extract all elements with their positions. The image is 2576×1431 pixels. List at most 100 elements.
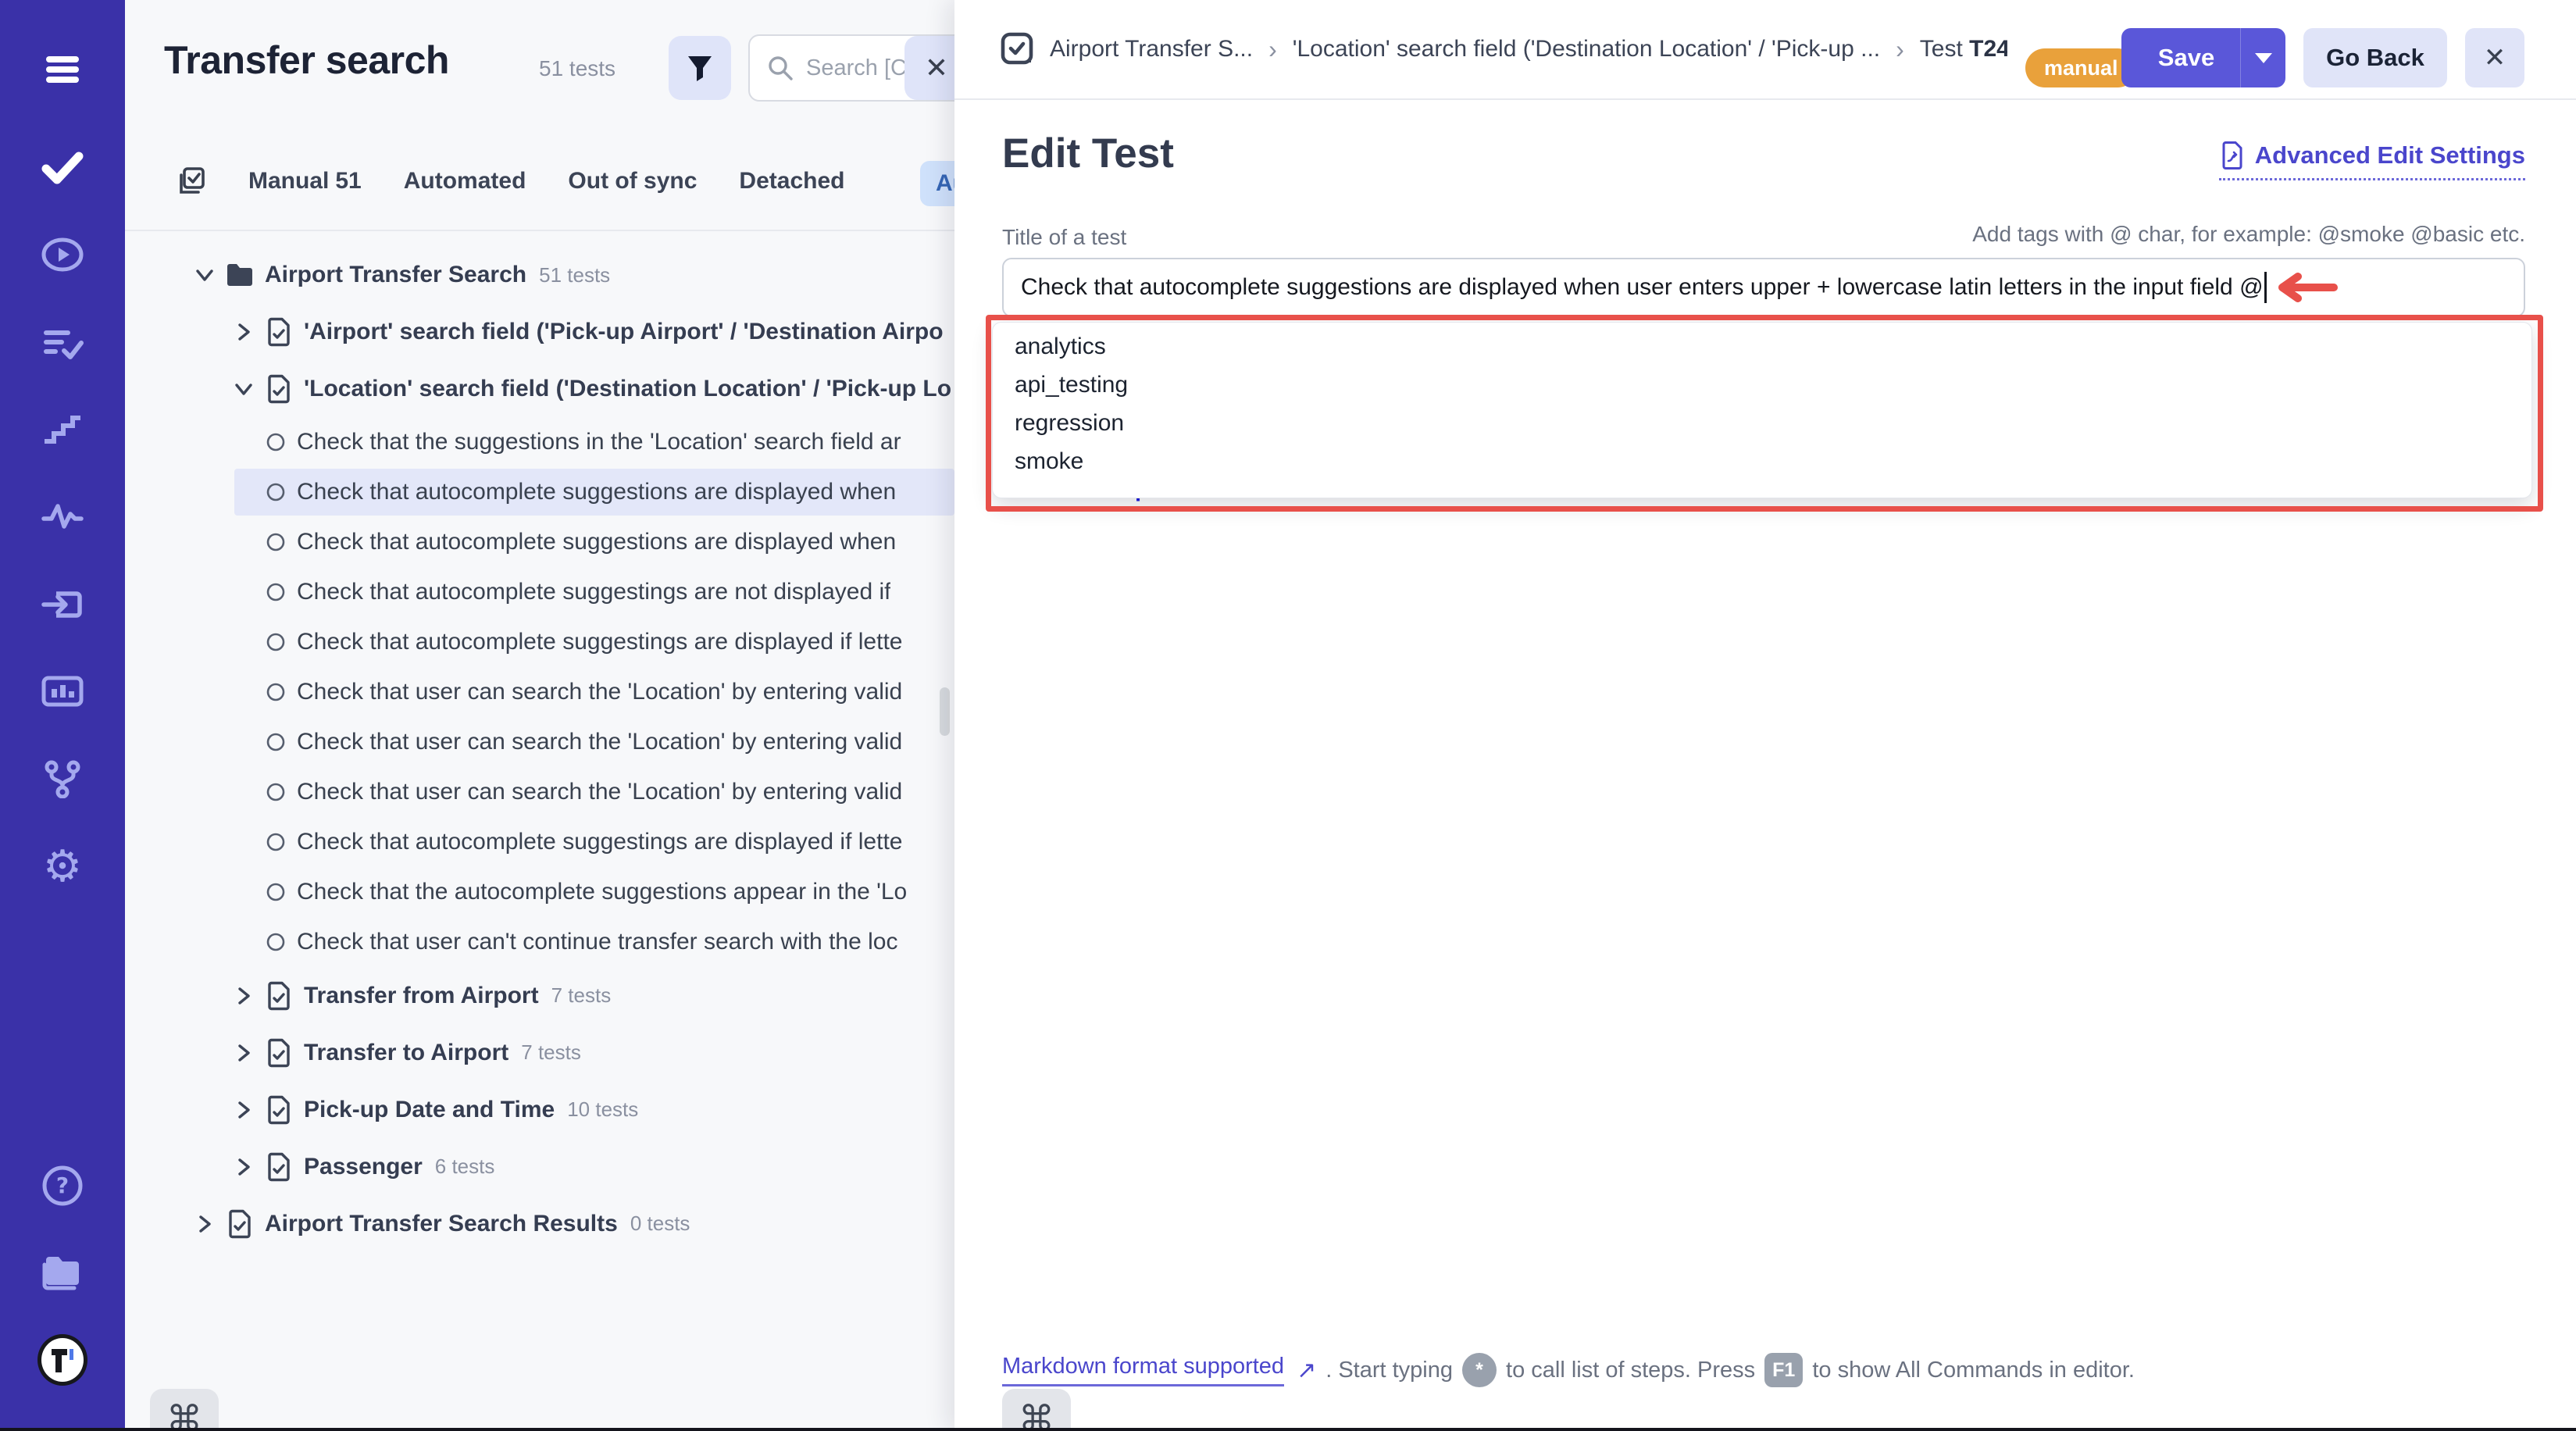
profile-avatar[interactable] <box>37 1335 87 1385</box>
tab-manual[interactable]: Manual51 <box>248 168 362 194</box>
advanced-edit-settings-link[interactable]: Advanced Edit Settings <box>2219 141 2525 180</box>
app-sidebar: ⚙ ? <box>0 0 125 1428</box>
chevron-right-icon[interactable] <box>230 1097 257 1123</box>
chevron-right-icon[interactable] <box>230 1154 257 1180</box>
tag-suggestion[interactable]: regression <box>993 404 2531 442</box>
search-clear-button[interactable]: ✕ <box>904 36 954 100</box>
tree-row[interactable]: Pick-up Date and Time 10 tests <box>125 1081 954 1138</box>
activity-icon[interactable] <box>37 491 87 541</box>
close-icon: ✕ <box>2484 42 2506 73</box>
tree-row[interactable]: Check that user can search the 'Location… <box>125 717 954 767</box>
close-button[interactable]: ✕ <box>2465 28 2524 87</box>
tree-row[interactable]: Check that user can't continue transfer … <box>125 917 954 967</box>
chevron-right-icon[interactable] <box>230 983 257 1009</box>
tree-row-label: Check that user can search the 'Location… <box>297 779 902 805</box>
tree-row-count: 51 tests <box>539 263 610 287</box>
tree-row-label: Check that autocomplete suggestions are … <box>297 529 896 555</box>
test-circle-icon <box>266 582 286 602</box>
tree-row[interactable]: Check that autocomplete suggestions are … <box>125 467 954 517</box>
tests-icon[interactable] <box>37 142 87 192</box>
tree-row[interactable]: Transfer to Airport 7 tests <box>125 1024 954 1081</box>
go-back-button[interactable]: Go Back <box>2303 28 2447 87</box>
breadcrumb-suite[interactable]: 'Location' search field ('Destination Lo… <box>1293 36 1880 62</box>
task-check-icon <box>1000 31 1034 67</box>
chevron-right-icon[interactable] <box>230 376 257 402</box>
tree-row[interactable]: Check that autocomplete suggestings are … <box>125 567 954 617</box>
suite-doc-icon <box>263 373 294 405</box>
tree-row-label: Airport Transfer Search <box>265 262 526 288</box>
help-icon[interactable]: ? <box>37 1161 87 1211</box>
test-circle-icon <box>266 682 286 702</box>
tree-row[interactable]: Check that autocomplete suggestings are … <box>125 617 954 667</box>
tree-row[interactable]: 'Location' search field ('Destination Lo… <box>125 360 954 417</box>
test-list-panel: Transfer search 51 tests ✕ Manual51 Auto… <box>125 0 954 1431</box>
tree-row-label: 'Location' search field ('Destination Lo… <box>304 376 951 402</box>
tree-row-label: Check that autocomplete suggestings are … <box>297 629 902 655</box>
tab-out-of-sync[interactable]: Out of sync <box>568 168 697 194</box>
suite-doc-icon <box>263 1151 294 1183</box>
tree-row-label: Transfer to Airport <box>304 1040 508 1066</box>
tree-row[interactable]: Check that the autocomplete suggestions … <box>125 867 954 917</box>
menu-icon[interactable] <box>37 44 87 94</box>
save-dropdown-toggle[interactable] <box>2240 28 2285 87</box>
settings-icon[interactable]: ⚙ <box>37 842 87 892</box>
tag-suggestion[interactable]: analytics <box>993 327 2531 366</box>
title-field-label: Title of a test <box>1002 225 1126 250</box>
tree-row[interactable]: 'Airport' search field ('Pick-up Airport… <box>125 303 954 360</box>
tag-chip-partial[interactable]: Aut <box>920 161 954 206</box>
integrations-icon[interactable] <box>37 754 87 804</box>
tree-row[interactable]: Check that autocomplete suggestings are … <box>125 817 954 867</box>
select-all-icon[interactable] <box>177 166 206 197</box>
import-icon[interactable] <box>37 580 87 630</box>
tree-row[interactable]: Airport Transfer Search 51 tests <box>125 247 954 303</box>
suite-doc-icon <box>263 316 294 348</box>
tree-row-label: Check that the autocomplete suggestions … <box>297 879 907 905</box>
test-circle-icon <box>266 732 286 752</box>
tree-row[interactable]: Check that user can search the 'Location… <box>125 767 954 817</box>
test-circle-icon <box>266 432 286 452</box>
steps-icon[interactable] <box>37 404 87 454</box>
projects-icon[interactable] <box>37 1248 87 1298</box>
tree-row-count: 6 tests <box>435 1154 495 1179</box>
breadcrumb-test: Test T2435d... <box>1920 36 2007 62</box>
tree-row[interactable]: Check that user can search the 'Location… <box>125 667 954 717</box>
test-title-input[interactable]: Check that autocomplete suggestions are … <box>1002 258 2525 317</box>
tag-suggestion[interactable]: smoke <box>993 442 2531 480</box>
checklist-icon[interactable] <box>37 318 87 368</box>
tree-row-label: Check that autocomplete suggestings are … <box>297 829 902 855</box>
panel-title-count: 51 tests <box>539 56 615 81</box>
filter-button[interactable] <box>669 36 731 100</box>
search-icon <box>767 55 794 81</box>
chevron-right-icon[interactable] <box>191 262 218 288</box>
tree-row[interactable]: Airport Transfer Search Results 0 tests <box>125 1195 954 1252</box>
tab-detached[interactable]: Detached <box>739 168 844 194</box>
tab-automated[interactable]: Automated <box>404 168 526 194</box>
command-shortcut-badge[interactable]: ⌘ <box>150 1389 219 1431</box>
topbar-divider <box>954 98 2576 100</box>
suite-doc-icon <box>224 1208 255 1240</box>
suite-doc-icon <box>263 1094 294 1126</box>
chevron-right-icon[interactable] <box>230 319 257 345</box>
scrollbar-thumb[interactable] <box>940 687 950 736</box>
tree-row[interactable]: Check that the suggestions in the 'Locat… <box>125 417 954 467</box>
test-circle-icon <box>266 482 286 502</box>
tree-row[interactable]: Passenger 6 tests <box>125 1138 954 1195</box>
chevron-right-icon[interactable] <box>230 1040 257 1066</box>
tree-row-label: Pick-up Date and Time <box>304 1097 555 1123</box>
tree-row-label: Passenger <box>304 1154 423 1180</box>
test-runs-icon[interactable] <box>37 230 87 280</box>
breadcrumb-test-id: T2435d... <box>1969 36 2007 62</box>
command-shortcut-badge[interactable]: ⌘ <box>1002 1389 1071 1431</box>
tree-row[interactable]: Check that autocomplete suggestions are … <box>125 517 954 567</box>
folder-icon <box>224 259 255 291</box>
tag-suggestion[interactable]: api_testing <box>993 366 2531 404</box>
markdown-supported-link[interactable]: Markdown format supported <box>1002 1354 1284 1386</box>
panel-title: Transfer search <box>164 37 449 83</box>
tree-row[interactable]: Transfer from Airport 7 tests <box>125 967 954 1024</box>
breadcrumb-root[interactable]: Airport Transfer S... <box>1050 36 1253 62</box>
tree-row-label: Transfer from Airport <box>304 983 539 1009</box>
reports-icon[interactable] <box>37 666 87 716</box>
suite-doc-icon <box>263 1037 294 1069</box>
chevron-right-icon[interactable] <box>191 1211 218 1237</box>
save-button[interactable]: Save <box>2121 28 2285 87</box>
